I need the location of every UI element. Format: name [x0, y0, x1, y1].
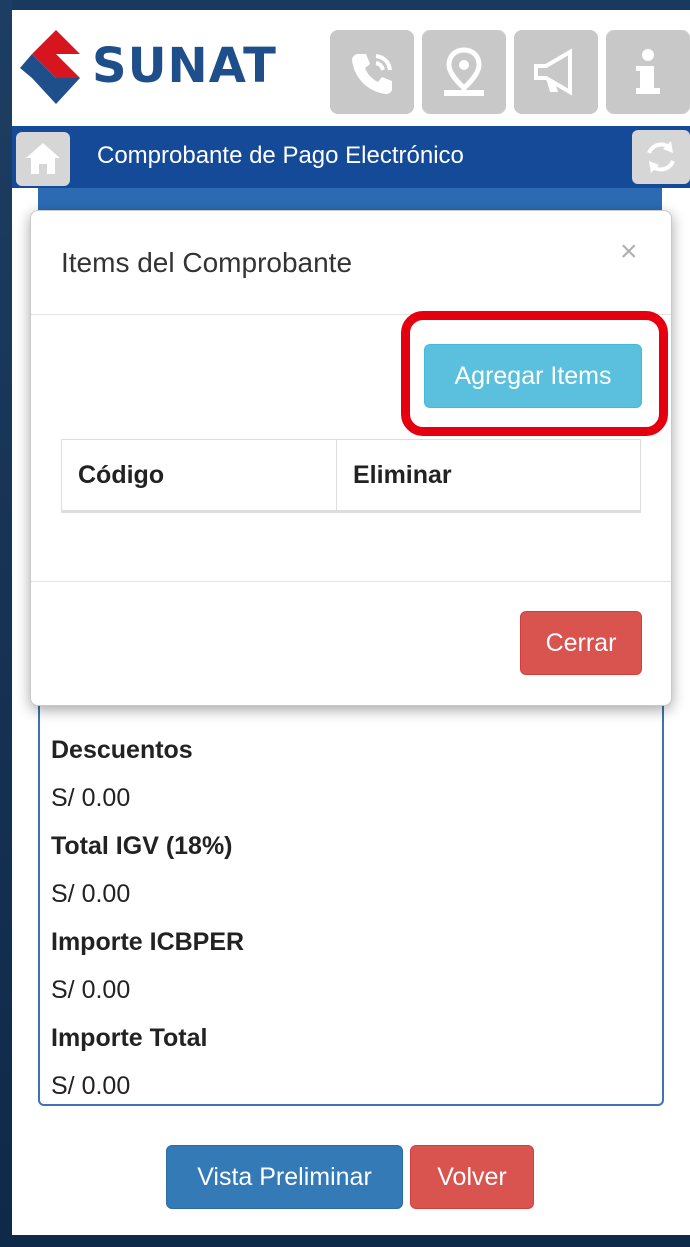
- igv-value: S/ 0.00: [51, 880, 131, 908]
- discounts-value: S/ 0.00: [51, 784, 131, 812]
- preview-button[interactable]: Vista Preliminar: [166, 1145, 403, 1209]
- refresh-button[interactable]: [632, 130, 690, 184]
- totals-panel: S/ 0.00 Descuentos S/ 0.00 Total IGV (18…: [38, 684, 664, 1106]
- discounts-label: Descuentos: [51, 736, 193, 764]
- icbper-value: S/ 0.00: [51, 976, 131, 1004]
- nav-bar: Comprobante de Pago Electrónico: [12, 126, 690, 188]
- phone-button[interactable]: [330, 30, 414, 114]
- page-title: Comprobante de Pago Electrónico: [97, 142, 464, 169]
- total-value: S/ 0.00: [51, 1072, 131, 1100]
- column-header-delete: Eliminar: [336, 439, 641, 513]
- back-button[interactable]: Volver: [410, 1145, 534, 1209]
- sunat-logo-icon: [20, 30, 80, 104]
- icbper-label: Importe ICBPER: [51, 928, 245, 956]
- close-modal-button[interactable]: Cerrar: [520, 611, 642, 675]
- megaphone-button[interactable]: [514, 30, 598, 114]
- items-modal: Items del Comprobante × Agregar Items Có…: [30, 210, 672, 706]
- column-header-code: Código: [61, 439, 337, 513]
- logo-text: SUNAT: [92, 38, 277, 94]
- megaphone-icon: [534, 48, 572, 96]
- igv-label: Total IGV (18%): [51, 832, 233, 860]
- total-label: Importe Total: [51, 1024, 208, 1052]
- frame-bottom: [0, 1235, 690, 1247]
- refresh-icon: [647, 141, 675, 173]
- items-table: Código Eliminar: [61, 439, 641, 513]
- modal-close-icon[interactable]: ×: [620, 237, 638, 267]
- frame-top: [0, 0, 690, 10]
- modal-footer-divider: [31, 581, 671, 582]
- location-button[interactable]: [422, 30, 506, 114]
- phone-icon: [352, 54, 392, 94]
- highlight-annotation: [401, 311, 668, 436]
- sunat-logo: SUNAT: [16, 28, 306, 108]
- table-header-row: Código Eliminar: [61, 439, 641, 513]
- home-button[interactable]: [16, 132, 70, 186]
- location-icon: [444, 47, 484, 96]
- info-icon: [636, 49, 660, 94]
- home-icon: [26, 143, 60, 174]
- app-header: SUNAT: [12, 10, 690, 125]
- background-panel-header: [38, 188, 662, 210]
- info-button[interactable]: [606, 30, 690, 114]
- modal-title: Items del Comprobante: [61, 247, 353, 278]
- frame-left: [0, 0, 12, 1247]
